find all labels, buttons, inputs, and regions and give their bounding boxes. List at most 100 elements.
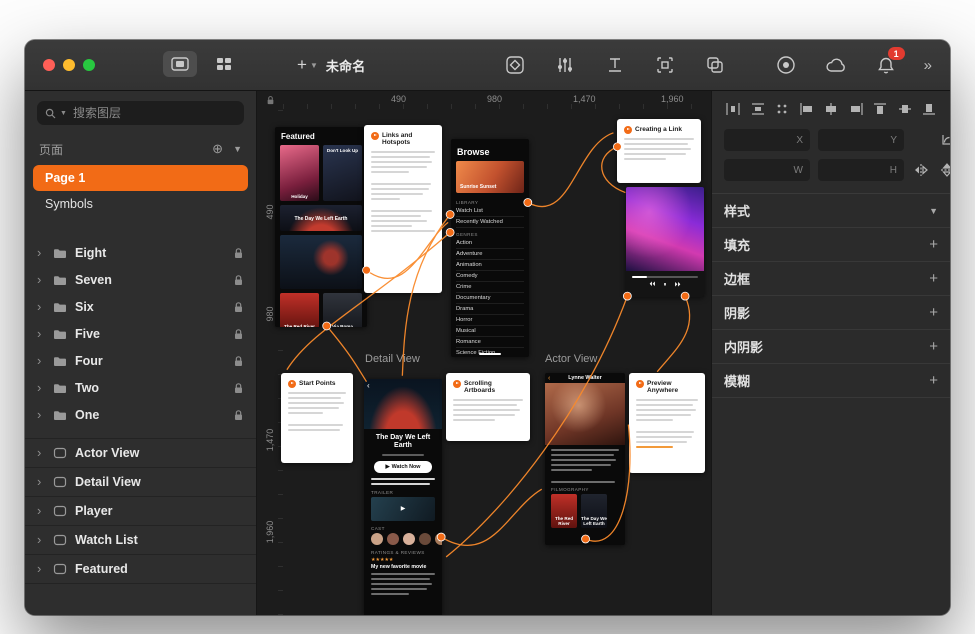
toolbar-overflow-icon[interactable]: » bbox=[924, 57, 930, 74]
doc-links-and-hotspots[interactable]: Links and Hotspots bbox=[364, 125, 442, 293]
layer-row-eight[interactable]: › Eight bbox=[25, 239, 256, 266]
preview-icon[interactable] bbox=[774, 52, 798, 78]
minimize-window-button[interactable] bbox=[63, 59, 75, 71]
next-icon: ⏵⏵ bbox=[675, 282, 681, 289]
artboard-detail-view[interactable]: ‹ The Day We Left Earth ▶Watch Now TRAIL… bbox=[364, 379, 442, 615]
lock-icon[interactable] bbox=[233, 247, 244, 259]
search-layers-box[interactable]: ▼ bbox=[37, 101, 244, 125]
artboard-row-detail-view[interactable]: › Detail View bbox=[25, 468, 256, 497]
doc-preview-anywhere[interactable]: Preview Anywhere bbox=[629, 373, 705, 473]
lock-icon[interactable] bbox=[233, 409, 244, 421]
doc-start-points[interactable]: Start Points bbox=[281, 373, 353, 463]
add-shadow-button[interactable]: + bbox=[929, 304, 938, 321]
cast-section-label: CAST bbox=[371, 526, 435, 531]
disclosure-chevron-icon[interactable]: › bbox=[37, 535, 45, 545]
disclosure-chevron-icon[interactable]: › bbox=[37, 302, 45, 312]
layer-row-six[interactable]: › Six bbox=[25, 293, 256, 320]
borders-section-header[interactable]: 边框 + bbox=[712, 262, 950, 296]
add-inner-shadow-button[interactable]: + bbox=[929, 338, 938, 355]
text-style-icon[interactable] bbox=[603, 52, 627, 78]
back-chevron-icon: ‹ bbox=[548, 375, 550, 382]
canvas[interactable]: 490 980 1,470 1,960 490 980 1,470 1,960 … bbox=[257, 91, 711, 615]
doc-scrolling-artboards[interactable]: Scrolling Artboards bbox=[446, 373, 530, 441]
distribute-horizontally-icon[interactable] bbox=[724, 101, 742, 117]
layer-row-two[interactable]: › Two bbox=[25, 374, 256, 401]
inner-shadows-section-header[interactable]: 内阴影 + bbox=[712, 330, 950, 364]
disclosure-chevron-icon[interactable]: › bbox=[37, 275, 45, 285]
disclosure-chevron-icon[interactable]: › bbox=[37, 248, 45, 258]
lock-icon[interactable] bbox=[233, 355, 244, 367]
folder-icon bbox=[53, 301, 67, 313]
lock-icon[interactable] bbox=[233, 328, 244, 340]
canvas-view-toggle[interactable] bbox=[163, 51, 197, 77]
flip-vertical-icon[interactable] bbox=[938, 162, 950, 178]
traffic-lights bbox=[43, 59, 95, 71]
artboard-row-watch-list[interactable]: › Watch List bbox=[25, 526, 256, 555]
banner-day-we-left-earth: The Day We Left Earth bbox=[280, 205, 362, 231]
actor-name: Lynne Walter bbox=[545, 375, 625, 381]
zoom-window-button[interactable] bbox=[83, 59, 95, 71]
doc-creating-a-link[interactable]: Creating a Link bbox=[617, 119, 701, 183]
artboard-browse[interactable]: Browse Sunrise Sunset LIBRARY Watch List… bbox=[451, 139, 529, 357]
fills-section-header[interactable]: 填充 + bbox=[712, 228, 950, 262]
add-border-button[interactable]: + bbox=[929, 270, 938, 287]
search-layers-input[interactable] bbox=[71, 105, 236, 121]
align-bottom-icon[interactable] bbox=[920, 101, 938, 117]
disclosure-chevron-icon[interactable]: › bbox=[37, 356, 45, 366]
align-center-horizontal-icon[interactable] bbox=[822, 101, 840, 117]
tidy-icon[interactable] bbox=[773, 101, 791, 117]
symbol-icon[interactable] bbox=[503, 52, 527, 78]
layer-row-four[interactable]: › Four bbox=[25, 347, 256, 374]
disclosure-chevron-icon[interactable]: › bbox=[37, 329, 45, 339]
cloud-icon[interactable] bbox=[824, 52, 848, 78]
artboard-player[interactable]: ⏴⏴ ⏸ ⏵⏵ bbox=[626, 187, 704, 297]
insert-plus-button[interactable]: +▼ bbox=[297, 55, 318, 75]
collapse-pages-icon[interactable]: ▼ bbox=[233, 144, 242, 154]
layer-row-seven[interactable]: › Seven bbox=[25, 266, 256, 293]
add-fill-button[interactable]: + bbox=[929, 236, 938, 253]
blur-section-header[interactable]: 模糊 + bbox=[712, 364, 950, 398]
shadows-section-header[interactable]: 阴影 + bbox=[712, 296, 950, 330]
slice-icon[interactable] bbox=[653, 52, 677, 78]
disclosure-chevron-icon[interactable]: › bbox=[37, 506, 45, 516]
y-field[interactable]: Y bbox=[818, 129, 904, 151]
lock-icon[interactable] bbox=[233, 382, 244, 394]
tune-icon[interactable] bbox=[553, 52, 577, 78]
notifications-bell-icon[interactable]: 1 bbox=[874, 52, 898, 78]
artboard-featured[interactable]: Featured Holiday Don't Look Up The Day W… bbox=[275, 127, 367, 327]
layer-row-one[interactable]: › One bbox=[25, 401, 256, 428]
group-label-detail-view: Detail View bbox=[365, 353, 420, 365]
align-middle-icon[interactable] bbox=[896, 101, 914, 117]
layer-row-five[interactable]: › Five bbox=[25, 320, 256, 347]
x-field[interactable]: X bbox=[724, 129, 810, 151]
add-blur-button[interactable]: + bbox=[929, 372, 938, 389]
search-scope-caret-icon[interactable]: ▼ bbox=[60, 110, 67, 117]
height-field[interactable]: H bbox=[818, 159, 904, 181]
page-item-symbols[interactable]: Symbols bbox=[25, 191, 256, 217]
distribute-vertically-icon[interactable] bbox=[749, 101, 767, 117]
artboard-row-featured[interactable]: › Featured bbox=[25, 555, 256, 584]
artboard-row-player[interactable]: › Player bbox=[25, 497, 256, 526]
disclosure-chevron-icon[interactable]: › bbox=[37, 564, 45, 574]
artboard-row-actor-view[interactable]: › Actor View bbox=[25, 439, 256, 468]
artboard-actor-view[interactable]: ‹ Lynne Walter FILMOGRAPHY The Red River… bbox=[545, 373, 625, 545]
combine-icon[interactable] bbox=[703, 52, 727, 78]
disclosure-chevron-icon[interactable]: › bbox=[37, 477, 45, 487]
page-item-page1[interactable]: Page 1 bbox=[33, 165, 248, 191]
disclosure-chevron-icon[interactable]: › bbox=[37, 383, 45, 393]
flip-horizontal-icon[interactable] bbox=[912, 162, 930, 178]
style-section-header[interactable]: 样式 ▼ bbox=[712, 194, 950, 228]
width-field[interactable]: W bbox=[724, 159, 810, 181]
disclosure-chevron-icon[interactable]: › bbox=[37, 410, 45, 420]
ruler-lock-icon[interactable] bbox=[257, 91, 283, 109]
close-window-button[interactable] bbox=[43, 59, 55, 71]
components-view-toggle[interactable] bbox=[207, 51, 241, 77]
lock-icon[interactable] bbox=[233, 274, 244, 286]
rotate-icon[interactable] bbox=[938, 132, 950, 148]
disclosure-chevron-icon[interactable]: › bbox=[37, 448, 45, 458]
align-top-icon[interactable] bbox=[871, 101, 889, 117]
align-left-icon[interactable] bbox=[798, 101, 816, 117]
align-right-icon[interactable] bbox=[847, 101, 865, 117]
lock-icon[interactable] bbox=[233, 301, 244, 313]
add-page-icon[interactable]: ⊕ bbox=[212, 141, 223, 157]
